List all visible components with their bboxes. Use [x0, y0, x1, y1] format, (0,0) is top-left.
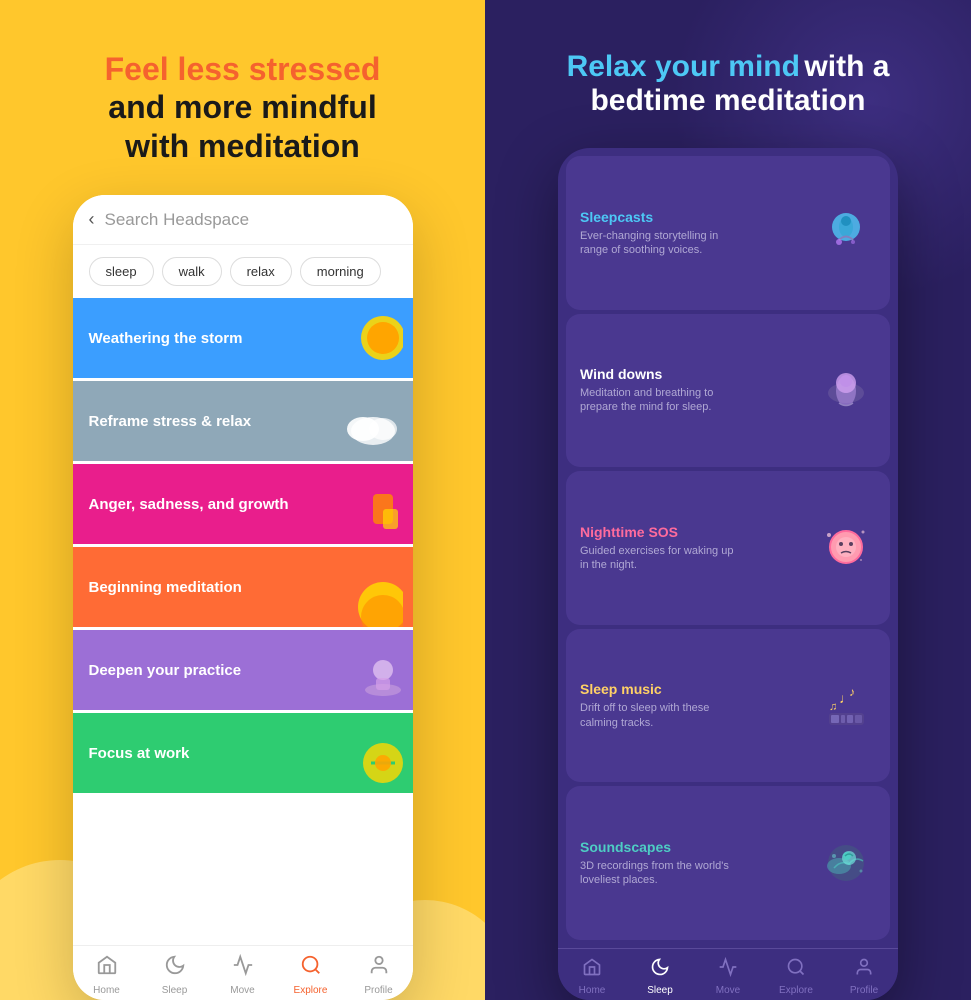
sleep-icon [164, 954, 186, 982]
tags-row: sleep walk relax morning [73, 245, 413, 298]
sleep-card-title-sleepmusic: Sleep music [580, 681, 816, 697]
left-phone-mockup: ‹ Search Headspace sleep walk relax morn… [73, 195, 413, 1000]
sleep-card-info-soundscapes: Soundscapes 3D recordings from the world… [580, 839, 816, 888]
card-title-anger: Anger, sadness, and growth [89, 496, 397, 513]
course-card-beginning[interactable]: Beginning meditation [73, 547, 413, 627]
right-nav-item-sleep[interactable]: Sleep [626, 957, 694, 996]
sleep-card-desc-soundscapes: 3D recordings from the world's loveliest… [580, 859, 740, 888]
cards-list: Weathering the storm Reframe stress & re… [73, 298, 413, 945]
move-icon [232, 954, 254, 982]
course-card-focus[interactable]: Focus at work [73, 713, 413, 793]
right-headline-blue: Relax your mind [567, 50, 800, 83]
course-card-deepen[interactable]: Deepen your practice [73, 630, 413, 710]
right-bottom-nav: Home Sleep Move [558, 948, 898, 1000]
sleep-card-winddowns[interactable]: Wind downs Meditation and breathing to p… [566, 314, 890, 468]
right-profile-icon [854, 957, 874, 982]
right-nav-item-move[interactable]: Move [694, 957, 762, 996]
card-title-beginning: Beginning meditation [89, 579, 397, 596]
sleep-card-title-sleepcasts: Sleepcasts [580, 209, 816, 225]
sleep-card-title-winddowns: Wind downs [580, 366, 816, 382]
nav-label-home: Home [93, 985, 120, 996]
card-title-weathering: Weathering the storm [89, 330, 397, 347]
course-card-reframe[interactable]: Reframe stress & relax [73, 381, 413, 461]
back-arrow-icon[interactable]: ‹ [89, 209, 95, 230]
right-nav-item-home[interactable]: Home [558, 957, 626, 996]
nav-item-sleep[interactable]: Sleep [141, 954, 209, 996]
sleep-card-title-nighttime: Nighttime SOS [580, 524, 816, 540]
sleep-card-desc-nighttime: Guided exercises for waking up in the ni… [580, 544, 740, 573]
nav-label-explore: Explore [294, 985, 328, 996]
right-nav-item-profile[interactable]: Profile [830, 957, 898, 996]
nighttime-icon [816, 518, 876, 578]
course-card-weathering[interactable]: Weathering the storm [73, 298, 413, 378]
right-explore-icon [786, 957, 806, 982]
card-title-reframe: Reframe stress & relax [89, 413, 397, 430]
home-icon [96, 954, 118, 982]
tag-morning[interactable]: morning [300, 257, 381, 286]
right-nav-label-profile: Profile [850, 985, 878, 996]
sleep-list: Sleepcasts Ever-changing storytelling in… [558, 148, 898, 948]
sleepmusic-icon: ♩ ♪ ♫ [816, 676, 876, 736]
left-bottom-nav: Home Sleep Move [73, 945, 413, 1000]
headline-colored: Feel less stressed [105, 50, 381, 88]
sleep-card-info-winddowns: Wind downs Meditation and breathing to p… [580, 366, 816, 415]
sleep-card-info-sleepcasts: Sleepcasts Ever-changing storytelling in… [580, 209, 816, 258]
right-nav-label-home: Home [579, 985, 606, 996]
sleep-card-sleepcasts[interactable]: Sleepcasts Ever-changing storytelling in… [566, 156, 890, 310]
sleep-card-title-soundscapes: Soundscapes [580, 839, 816, 855]
profile-icon [368, 954, 390, 982]
card-title-deepen: Deepen your practice [89, 662, 397, 679]
explore-icon [300, 954, 322, 982]
sleep-card-soundscapes[interactable]: Soundscapes 3D recordings from the world… [566, 786, 890, 940]
soundscapes-icon [816, 833, 876, 893]
left-panel: Feel less stressed and more mindfulwith … [0, 0, 485, 1000]
svg-text:♫: ♫ [829, 701, 837, 713]
nav-item-explore[interactable]: Explore [277, 954, 345, 996]
tag-relax[interactable]: relax [230, 257, 292, 286]
search-bar[interactable]: ‹ Search Headspace [73, 195, 413, 245]
sleep-card-desc-winddowns: Meditation and breathing to prepare the … [580, 386, 740, 415]
right-nav-item-explore[interactable]: Explore [762, 957, 830, 996]
right-phone-mockup: Sleepcasts Ever-changing storytelling in… [558, 148, 898, 1000]
search-input[interactable]: Search Headspace [105, 210, 397, 230]
winddowns-icon [816, 360, 876, 420]
svg-text:♪: ♪ [849, 685, 855, 699]
sleep-card-sleepmusic[interactable]: Sleep music Drift off to sleep with thes… [566, 629, 890, 783]
sleepcasts-icon [816, 203, 876, 263]
headline-black: and more mindfulwith meditation [105, 88, 381, 165]
sleep-card-info-sleepmusic: Sleep music Drift off to sleep with thes… [580, 681, 816, 730]
sleep-card-info-nighttime: Nighttime SOS Guided exercises for wakin… [580, 524, 816, 573]
nav-item-move[interactable]: Move [209, 954, 277, 996]
tag-sleep[interactable]: sleep [89, 257, 154, 286]
right-home-icon [582, 957, 602, 982]
card-title-focus: Focus at work [89, 745, 397, 762]
nav-label-sleep: Sleep [162, 985, 188, 996]
right-nav-label-explore: Explore [779, 985, 813, 996]
right-nav-label-move: Move [716, 985, 740, 996]
sleep-card-nighttime[interactable]: Nighttime SOS Guided exercises for wakin… [566, 471, 890, 625]
sleep-card-desc-sleepmusic: Drift off to sleep with these calming tr… [580, 701, 740, 730]
right-nav-label-sleep: Sleep [647, 985, 673, 996]
right-header: Relax your mind with abedtime meditation [527, 0, 930, 148]
nav-item-home[interactable]: Home [73, 954, 141, 996]
right-sleep-icon [650, 957, 670, 982]
nav-item-profile[interactable]: Profile [345, 954, 413, 996]
course-card-anger[interactable]: Anger, sadness, and growth [73, 464, 413, 544]
sleep-card-desc-sleepcasts: Ever-changing storytelling in range of s… [580, 229, 740, 258]
nav-label-profile: Profile [364, 985, 392, 996]
tag-walk[interactable]: walk [162, 257, 222, 286]
left-header: Feel less stressed and more mindfulwith … [65, 0, 421, 195]
right-move-icon [718, 957, 738, 982]
right-panel: Relax your mind with abedtime meditation… [485, 0, 971, 1000]
nav-label-move: Move [230, 985, 254, 996]
